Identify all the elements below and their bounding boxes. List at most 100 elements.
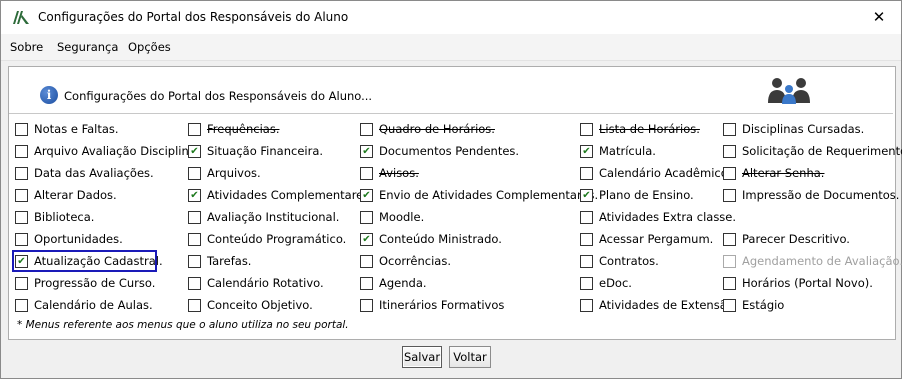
option-checkbox[interactable]: Itinerários Formativos [360, 296, 504, 314]
checkbox-checked-icon[interactable]: ✔ [580, 144, 593, 158]
checkbox-unchecked-icon[interactable] [580, 232, 593, 246]
checkbox-unchecked-icon[interactable] [360, 210, 373, 224]
checkbox-unchecked-icon[interactable] [188, 254, 201, 268]
option-checkbox[interactable]: Alterar Dados. [15, 186, 117, 204]
checkbox-checked-icon[interactable]: ✔ [188, 188, 201, 202]
option-checkbox[interactable]: Acessar Pergamum. [580, 230, 713, 248]
option-label: eDoc. [599, 276, 632, 290]
checkbox-unchecked-icon[interactable] [723, 144, 736, 158]
checkbox-unchecked-icon[interactable] [15, 276, 28, 290]
checkbox-checked-icon[interactable]: ✔ [580, 188, 593, 202]
option-checkbox[interactable]: Solicitação de Requerimento. [723, 142, 902, 160]
checkbox-checked-icon[interactable]: ✔ [15, 254, 28, 268]
checkbox-unchecked-icon[interactable] [15, 166, 28, 180]
checkbox-unchecked-icon[interactable] [188, 298, 201, 312]
option-checkbox[interactable]: Frequências. [188, 120, 280, 138]
checkbox-unchecked-icon[interactable] [723, 298, 736, 312]
checkbox-unchecked-icon[interactable] [723, 276, 736, 290]
option-checkbox[interactable]: Parecer Descritivo. [723, 230, 850, 248]
option-checkbox[interactable]: Impressão de Documentos. [723, 186, 899, 204]
option-checkbox[interactable]: ✔ Atualização Cadastral. [15, 252, 163, 270]
option-checkbox[interactable]: Tarefas. [188, 252, 251, 270]
checkbox-unchecked-icon[interactable] [188, 232, 201, 246]
option-checkbox[interactable]: Quadro de Horários. [360, 120, 495, 138]
option-label: Itinerários Formativos [379, 298, 505, 312]
checkbox-unchecked-icon[interactable] [723, 188, 736, 202]
option-checkbox[interactable]: Avaliação Institucional. [188, 208, 339, 226]
option-checkbox[interactable]: Progressão de Curso. [15, 274, 155, 292]
option-checkbox[interactable]: Estágio [723, 296, 784, 314]
save-button[interactable]: Salvar [402, 346, 442, 368]
option-checkbox[interactable]: Horários (Portal Novo). [723, 274, 873, 292]
option-label: Horários (Portal Novo). [742, 276, 873, 290]
checkbox-checked-icon[interactable]: ✔ [360, 232, 373, 246]
menu-seguranca[interactable]: Segurança [57, 40, 118, 54]
option-checkbox[interactable]: ✔ Plano de Ensino. [580, 186, 694, 204]
option-checkbox[interactable]: ✔ Documentos Pendentes. [360, 142, 519, 160]
option-checkbox[interactable]: Notas e Faltas. [15, 120, 119, 138]
checkbox-unchecked-icon[interactable] [580, 210, 593, 224]
checkbox-checked-icon[interactable]: ✔ [360, 144, 373, 158]
option-checkbox[interactable]: Avisos. [360, 164, 419, 182]
checkbox-unchecked-icon[interactable] [360, 254, 373, 268]
option-checkbox[interactable]: eDoc. [580, 274, 632, 292]
checkbox-unchecked-icon[interactable] [580, 298, 593, 312]
checkbox-checked-icon[interactable]: ✔ [188, 144, 201, 158]
option-label: Atividades de Extensão [599, 298, 734, 312]
checkbox-unchecked-icon[interactable] [188, 166, 201, 180]
option-checkbox[interactable]: Contratos. [580, 252, 659, 270]
checkbox-unchecked-icon[interactable] [360, 166, 373, 180]
checkbox-unchecked-icon[interactable] [15, 298, 28, 312]
option-label: Calendário Rotativo. [207, 276, 324, 290]
option-checkbox[interactable]: Conteúdo Programático. [188, 230, 346, 248]
close-icon[interactable]: ✕ [857, 1, 901, 34]
checkbox-unchecked-icon[interactable] [360, 122, 373, 136]
option-checkbox[interactable]: Moodle. [360, 208, 424, 226]
checkbox-unchecked-icon[interactable] [723, 122, 736, 136]
checkbox-unchecked-icon[interactable] [15, 188, 28, 202]
option-checkbox[interactable]: ✔ Conteúdo Ministrado. [360, 230, 502, 248]
option-checkbox[interactable]: Lista de Horários. [580, 120, 700, 138]
option-checkbox[interactable]: Arquivos. [188, 164, 261, 182]
checkbox-unchecked-icon[interactable] [15, 210, 28, 224]
checkbox-unchecked-icon[interactable] [360, 276, 373, 290]
option-checkbox[interactable]: ✔ Atividades Complementares. [188, 186, 373, 204]
option-label: Avaliação Institucional. [207, 210, 340, 224]
checkbox-unchecked-icon[interactable] [580, 122, 593, 136]
option-checkbox[interactable]: Ocorrências. [360, 252, 451, 270]
checkbox-unchecked-icon[interactable] [15, 144, 28, 158]
option-checkbox[interactable]: Disciplinas Cursadas. [723, 120, 864, 138]
option-checkbox[interactable]: Oportunidades. [15, 230, 123, 248]
menu-opcoes[interactable]: Opções [128, 40, 171, 54]
option-checkbox[interactable]: ✔ Envio de Atividades Complementares. [360, 186, 598, 204]
option-checkbox[interactable]: Calendário Rotativo. [188, 274, 324, 292]
option-checkbox[interactable]: Calendário Acadêmico. [580, 164, 731, 182]
checkbox-unchecked-icon[interactable] [188, 122, 201, 136]
checkbox-unchecked-icon[interactable] [580, 276, 593, 290]
option-label: Ocorrências. [379, 254, 451, 268]
option-label: Agenda. [379, 276, 427, 290]
checkbox-unchecked-icon[interactable] [15, 232, 28, 246]
option-checkbox[interactable]: Calendário de Aulas. [15, 296, 153, 314]
option-checkbox[interactable]: Data das Avaliações. [15, 164, 154, 182]
checkbox-unchecked-icon[interactable] [188, 210, 201, 224]
option-checkbox[interactable]: Biblioteca. [15, 208, 94, 226]
option-checkbox[interactable]: Atividades de Extensão [580, 296, 734, 314]
checkbox-unchecked-icon[interactable] [580, 254, 593, 268]
checkbox-checked-icon[interactable]: ✔ [360, 188, 373, 202]
menu-sobre[interactable]: Sobre [10, 40, 43, 54]
option-checkbox[interactable]: Agenda. [360, 274, 427, 292]
option-checkbox[interactable]: Atividades Extra classe. [580, 208, 736, 226]
checkbox-unchecked-icon[interactable] [723, 166, 736, 180]
checkbox-unchecked-icon[interactable] [15, 122, 28, 136]
checkbox-unchecked-icon[interactable] [723, 232, 736, 246]
checkbox-unchecked-icon[interactable] [188, 276, 201, 290]
checkbox-unchecked-icon[interactable] [580, 166, 593, 180]
back-button[interactable]: Voltar [449, 346, 491, 368]
option-checkbox[interactable]: ✔ Situação Financeira. [188, 142, 323, 160]
option-checkbox[interactable]: Arquivo Avaliação Disciplina. [15, 142, 199, 160]
checkbox-unchecked-icon[interactable] [360, 298, 373, 312]
option-checkbox[interactable]: Conceito Objetivo. [188, 296, 313, 314]
option-checkbox[interactable]: ✔ Matrícula. [580, 142, 656, 160]
option-checkbox[interactable]: Alterar Senha. [723, 164, 824, 182]
